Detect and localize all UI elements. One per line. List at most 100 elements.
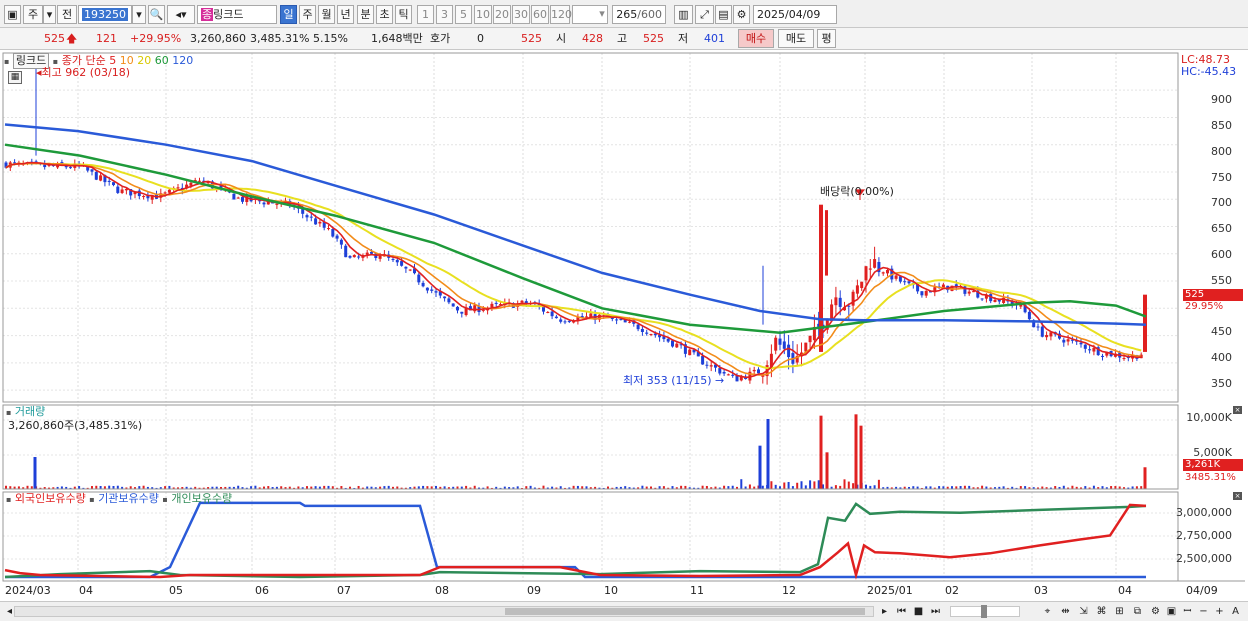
stock-code-input[interactable]: 193250 xyxy=(78,5,132,24)
speaker-icon[interactable]: ◂▾ xyxy=(167,5,195,24)
grid-icon[interactable]: ⊞ xyxy=(1112,604,1127,619)
individual-holding-label: 개인보유수량 xyxy=(171,492,233,505)
candle-body xyxy=(567,320,571,322)
chart-type-icon[interactable]: ▥ xyxy=(674,5,693,24)
scroll-thumb[interactable] xyxy=(505,608,865,615)
settings-icon[interactable]: ⚙ xyxy=(1148,604,1163,619)
sell-button[interactable]: 매도 xyxy=(778,29,814,48)
period-tick-button[interactable]: 틱 xyxy=(395,5,412,24)
chevron-down-icon[interactable]: ▾ xyxy=(596,5,608,24)
search-icon[interactable]: 🔍 xyxy=(148,5,165,24)
image-icon[interactable]: ▣ xyxy=(1164,604,1179,619)
candle-body xyxy=(834,297,838,306)
rewind-icon[interactable]: ⏮ xyxy=(894,604,909,619)
period-minute-button[interactable]: 분 xyxy=(357,5,374,24)
window-icon[interactable]: ▣ xyxy=(4,5,21,24)
x-label: 09 xyxy=(527,584,541,597)
candle-body xyxy=(688,349,692,356)
candle-body xyxy=(460,311,464,314)
interval-120-button[interactable]: 120 xyxy=(550,5,572,24)
zoom-slider-handle[interactable] xyxy=(981,605,987,618)
save-icon[interactable]: ▤ xyxy=(715,5,732,24)
trade-amount: 1,648백만 xyxy=(371,32,423,45)
crosshair-icon[interactable]: ⌖ xyxy=(1040,604,1055,619)
eval-button[interactable]: 평 xyxy=(817,29,836,48)
candle-body xyxy=(425,287,429,291)
zoom-slider[interactable] xyxy=(950,605,1020,618)
candle-body xyxy=(782,341,786,349)
period-year-button[interactable]: 년 xyxy=(337,5,354,24)
close-panel-icon[interactable]: × xyxy=(1233,406,1242,414)
ma-60-label: 60 xyxy=(154,54,169,67)
hoga-price: 525 xyxy=(521,32,542,45)
spike-candle xyxy=(825,210,828,276)
candle-body xyxy=(331,229,335,237)
interval-10-button[interactable]: 10 xyxy=(474,5,492,24)
code-dropdown-icon[interactable]: ▾ xyxy=(132,5,146,24)
x-label: 04 xyxy=(79,584,93,597)
overlay-icon[interactable]: ⧉ xyxy=(1130,604,1145,619)
spike-candle xyxy=(819,204,823,352)
draw-line-icon[interactable]: ⤢ xyxy=(695,5,714,24)
volume-bar xyxy=(748,484,751,489)
interval-60-button[interactable]: 60 xyxy=(531,5,549,24)
zoom-out-text-icon[interactable]: ꟷ xyxy=(1180,604,1195,619)
scroll-right-icon[interactable]: ▸ xyxy=(877,604,892,619)
plus-icon[interactable]: + xyxy=(1212,604,1227,619)
prev-button[interactable]: 전 xyxy=(57,5,77,24)
marker-icon[interactable]: ⌘ xyxy=(1094,604,1109,619)
interval-20-button[interactable]: 20 xyxy=(493,5,511,24)
candle-body xyxy=(456,306,459,311)
candle-body xyxy=(378,255,382,259)
candle-body xyxy=(344,245,348,258)
y-tick: 450 xyxy=(1211,325,1232,338)
chart-canvas[interactable] xyxy=(0,50,1248,621)
x-scale-icon[interactable]: ⇹ xyxy=(1058,604,1073,619)
auto-scale-icon[interactable]: A xyxy=(1228,604,1243,619)
x-label: 04 xyxy=(1118,584,1132,597)
x-label: 11 xyxy=(690,584,704,597)
volume-y-tick: 5,000K xyxy=(1193,446,1232,459)
forward-icon[interactable]: ⏭ xyxy=(928,604,943,619)
calculator-icon[interactable]: ▦ xyxy=(8,71,22,84)
stock-name-field[interactable]: 종링크드 xyxy=(197,5,277,24)
candle-body xyxy=(116,186,120,193)
candle-body xyxy=(855,285,859,294)
candle-body xyxy=(447,298,451,303)
volume-spike-bar xyxy=(1143,467,1147,489)
candle-body xyxy=(163,192,167,194)
interval-1-button[interactable]: 1 xyxy=(417,5,434,24)
volume-last-pct: 3485.31% xyxy=(1185,472,1236,483)
turnover-percent: 5.15% xyxy=(313,32,348,45)
y-tick: 850 xyxy=(1211,119,1232,132)
stop-icon[interactable]: ■ xyxy=(911,604,926,619)
low-annotation: 최저 353 (11/15) → xyxy=(623,374,725,387)
institution-holding-line xyxy=(5,501,1146,579)
chevron-down-icon[interactable]: ▾ xyxy=(43,5,56,24)
candle-body xyxy=(671,340,674,347)
candle-body xyxy=(443,296,447,299)
horizontal-scrollbar[interactable] xyxy=(14,606,874,617)
current-price: 525 xyxy=(44,32,65,45)
interval-5-button[interactable]: 5 xyxy=(455,5,472,24)
date-field[interactable]: 2025/04/09 xyxy=(753,5,837,24)
period-second-button[interactable]: 초 xyxy=(376,5,393,24)
buy-button[interactable]: 매수 xyxy=(738,29,774,48)
interval-3-button[interactable]: 3 xyxy=(436,5,453,24)
fit-icon[interactable]: ⇲ xyxy=(1076,604,1091,619)
candle-body xyxy=(752,369,756,372)
period-day-button[interactable]: 일 xyxy=(280,5,297,24)
low-label: 저 xyxy=(678,32,689,45)
gear-icon[interactable]: ⚙ xyxy=(733,5,750,24)
ma-120-label: 120 xyxy=(172,54,194,67)
collapse-icon[interactable]: ▪ xyxy=(4,57,9,66)
period-week-button[interactable]: 주 xyxy=(299,5,316,24)
x-label: 2025/01 xyxy=(867,584,913,597)
count-field[interactable]: 265/600 xyxy=(612,5,666,24)
period-jong-button[interactable]: 주 xyxy=(23,5,43,24)
minus-icon[interactable]: − xyxy=(1196,604,1211,619)
close-panel-icon[interactable]: × xyxy=(1233,492,1242,500)
period-month-button[interactable]: 월 xyxy=(318,5,335,24)
x-label: 2024/03 xyxy=(5,584,51,597)
interval-30-button[interactable]: 30 xyxy=(512,5,530,24)
